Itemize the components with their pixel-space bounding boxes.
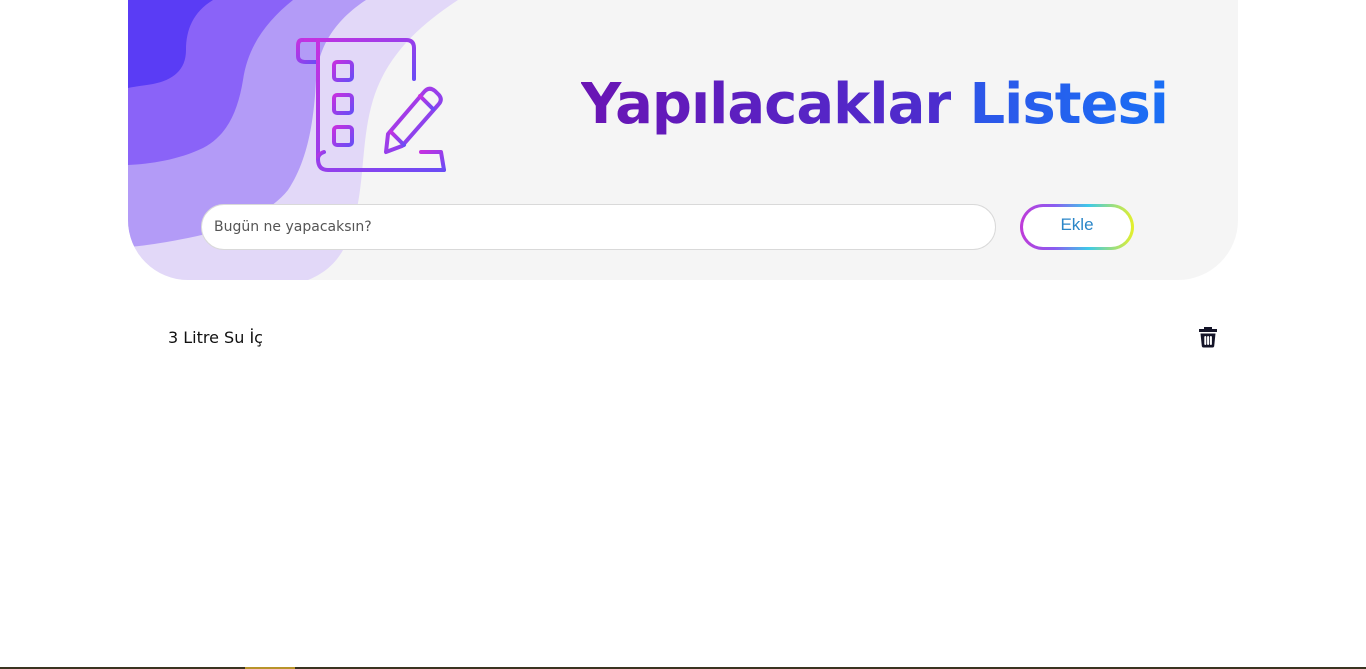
add-button[interactable]: Ekle <box>1020 204 1134 250</box>
trash-icon-glyph <box>1199 327 1217 348</box>
header-card: Yapılacaklar Listesi Ekle <box>128 0 1238 280</box>
todo-item: 3 Litre Su İç <box>168 318 1223 356</box>
checklist-pencil-icon <box>296 38 446 172</box>
trash-icon[interactable] <box>1196 325 1220 349</box>
page: Yapılacaklar Listesi Ekle 3 Litre Su İç <box>0 0 1366 669</box>
todo-text: 3 Litre Su İç <box>168 327 263 347</box>
page-title: Yapılacaklar Listesi <box>580 70 1169 140</box>
title-word-1: Yapılacaklar <box>580 72 952 137</box>
todo-list: 3 Litre Su İç <box>168 318 1223 356</box>
title-word-2: Listesi <box>969 72 1169 137</box>
todo-input[interactable] <box>201 204 996 250</box>
